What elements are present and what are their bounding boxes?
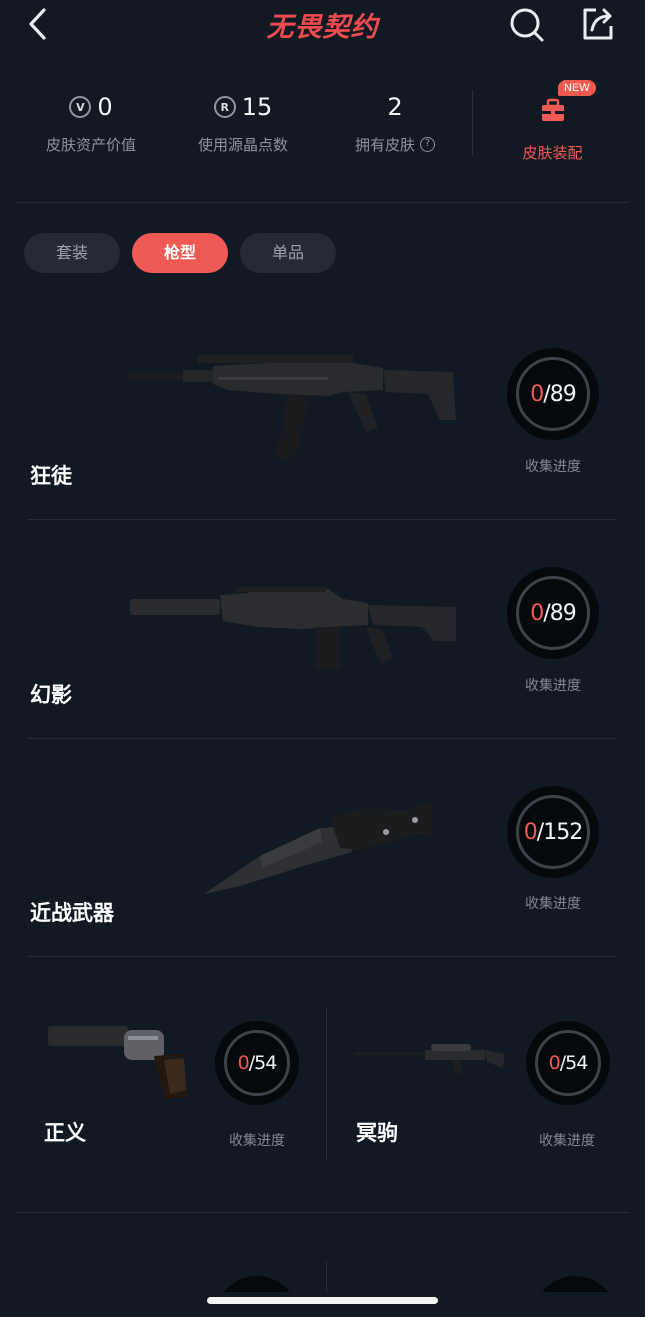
collected-count: 0 <box>548 1052 561 1074</box>
divider <box>16 1212 629 1213</box>
vandal-image <box>128 355 456 462</box>
divider <box>472 90 473 156</box>
locker-icon <box>541 98 564 121</box>
weapon-name: 正义 <box>44 1121 86 1145</box>
top-bar: 无畏契约 <box>0 0 645 50</box>
stat-value: 15 <box>241 93 273 121</box>
stats-row: V 0 皮肤资产价值 R 15 使用源晶点数 2 拥有皮肤 ? NEW 皮肤装配 <box>0 80 645 180</box>
stat-label: 使用源晶点数 <box>197 136 288 154</box>
total-count: /54 <box>559 1052 589 1074</box>
app-title: 无畏契约 <box>266 12 379 43</box>
search-button[interactable] <box>506 4 546 44</box>
weapon-name: 幻影 <box>30 683 72 707</box>
collection-ring: 0/89 <box>507 567 599 659</box>
collection-ring: 0/54 <box>215 1021 299 1105</box>
share-button[interactable] <box>578 4 618 44</box>
progress-label: 收集进度 <box>525 459 581 475</box>
stat-skin-value: V 0 皮肤资产价值 <box>16 90 166 155</box>
weapon-name: 狂徒 <box>30 464 72 488</box>
progress-label: 收集进度 <box>525 678 581 694</box>
stat-label: 拥有皮肤 <box>354 136 415 154</box>
progress-label: 收集进度 <box>539 1133 595 1149</box>
weapon-name: 冥驹 <box>356 1121 398 1145</box>
total-count: /152 <box>536 819 583 845</box>
stat-label: 皮肤资产价值 <box>45 136 136 154</box>
divider <box>28 956 617 957</box>
collection-ring: 0/54 <box>526 1021 610 1105</box>
collection-ring: 0/152 <box>507 786 599 878</box>
home-indicator[interactable] <box>207 1297 438 1304</box>
tab-gun-type[interactable]: 枪型 <box>132 233 228 273</box>
help-icon[interactable]: ? <box>420 137 435 152</box>
knife-image <box>204 802 432 894</box>
search-icon <box>510 8 544 42</box>
radianite-icon: R <box>213 96 236 118</box>
total-count: /54 <box>248 1052 278 1074</box>
divider <box>28 738 617 739</box>
progress-label: 收集进度 <box>525 896 581 912</box>
weapon-name: 近战武器 <box>30 901 114 925</box>
collected-count: 0 <box>530 600 544 626</box>
collected-count: 0 <box>237 1052 250 1074</box>
valorant-points-icon: V <box>69 96 92 118</box>
skin-equip-button[interactable]: NEW 皮肤装配 <box>490 80 615 163</box>
collected-count: 0 <box>530 381 544 407</box>
divider <box>326 1008 327 1160</box>
collected-count: 0 <box>523 819 538 845</box>
sheriff-image <box>48 1026 188 1100</box>
operator-image <box>355 1044 505 1074</box>
share-icon <box>583 8 613 40</box>
skin-equip-label: 皮肤装配 <box>522 144 583 162</box>
stat-radianite: R 15 使用源晶点数 <box>168 90 318 155</box>
collection-ring: 0/89 <box>507 348 599 440</box>
tab-set[interactable]: 套装 <box>24 233 120 273</box>
progress-label: 收集进度 <box>229 1133 285 1149</box>
weapon-card-partial <box>0 1262 645 1292</box>
stat-owned-skins[interactable]: 2 拥有皮肤 ? <box>320 90 470 155</box>
total-count: /89 <box>543 600 576 626</box>
phantom-image <box>130 587 456 669</box>
tab-single[interactable]: 单品 <box>240 233 336 273</box>
stat-value: 2 <box>387 93 403 121</box>
divider <box>28 519 617 520</box>
total-count: /89 <box>543 381 576 407</box>
new-badge: NEW <box>558 80 596 96</box>
divider <box>16 202 629 203</box>
stat-value: 0 <box>97 93 113 121</box>
